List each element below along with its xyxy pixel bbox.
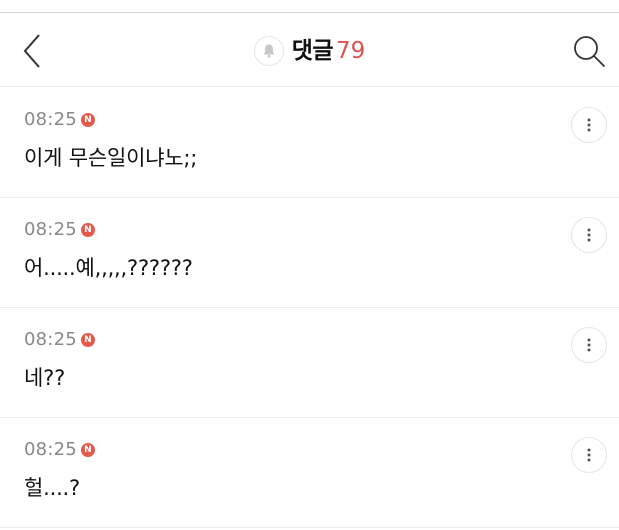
more-vertical-icon (587, 448, 591, 462)
comment-meta: 08:25 N (24, 111, 95, 129)
comment-more-button[interactable] (571, 217, 607, 253)
comment-text: 네?? (24, 366, 66, 390)
search-button[interactable] (569, 32, 609, 70)
comment-time: 08:25 (24, 109, 77, 130)
new-badge: N (80, 113, 95, 127)
comment-item: 08:25 N 이게 무슨일이냐노;; (0, 88, 619, 198)
notification-bell-button[interactable] (253, 36, 284, 66)
comment-text: 어.....예,,,,,?????? (24, 256, 193, 280)
comments-header: 댓글 79 (0, 13, 619, 87)
comment-count: 79 (336, 37, 366, 64)
comment-item: 08:25 N 네?? (0, 308, 619, 418)
comment-more-button[interactable] (571, 107, 607, 143)
comment-meta: 08:25 N (24, 221, 95, 239)
comments-screen: 댓글 79 08:25 N 이게 무슨일이냐노;; 08:25 N 어.....… (0, 0, 619, 530)
comment-meta: 08:25 N (24, 331, 95, 349)
new-badge: N (80, 223, 95, 237)
new-badge: N (80, 333, 95, 347)
comment-item: 08:25 N 어.....예,,,,,?????? (0, 198, 619, 308)
comment-item: 08:25 N 헐....? (0, 418, 619, 528)
new-badge: N (80, 443, 95, 457)
more-vertical-icon (587, 118, 591, 132)
comment-time: 08:25 (24, 439, 77, 460)
comment-list: 08:25 N 이게 무슨일이냐노;; 08:25 N 어.....예,,,,,… (0, 88, 619, 528)
comment-time: 08:25 (24, 219, 77, 240)
comment-text: 헐....? (24, 476, 80, 500)
comment-text: 이게 무슨일이냐노;; (24, 146, 198, 170)
comment-meta: 08:25 N (24, 441, 95, 459)
search-icon (574, 36, 605, 67)
page-title: 댓글 (291, 37, 334, 64)
more-vertical-icon (587, 338, 591, 352)
comment-time: 08:25 (24, 329, 77, 350)
comment-more-button[interactable] (571, 437, 607, 473)
comment-more-button[interactable] (571, 327, 607, 363)
bell-icon (263, 44, 274, 58)
more-vertical-icon (587, 228, 591, 242)
header-title-group: 댓글 79 (0, 34, 619, 68)
